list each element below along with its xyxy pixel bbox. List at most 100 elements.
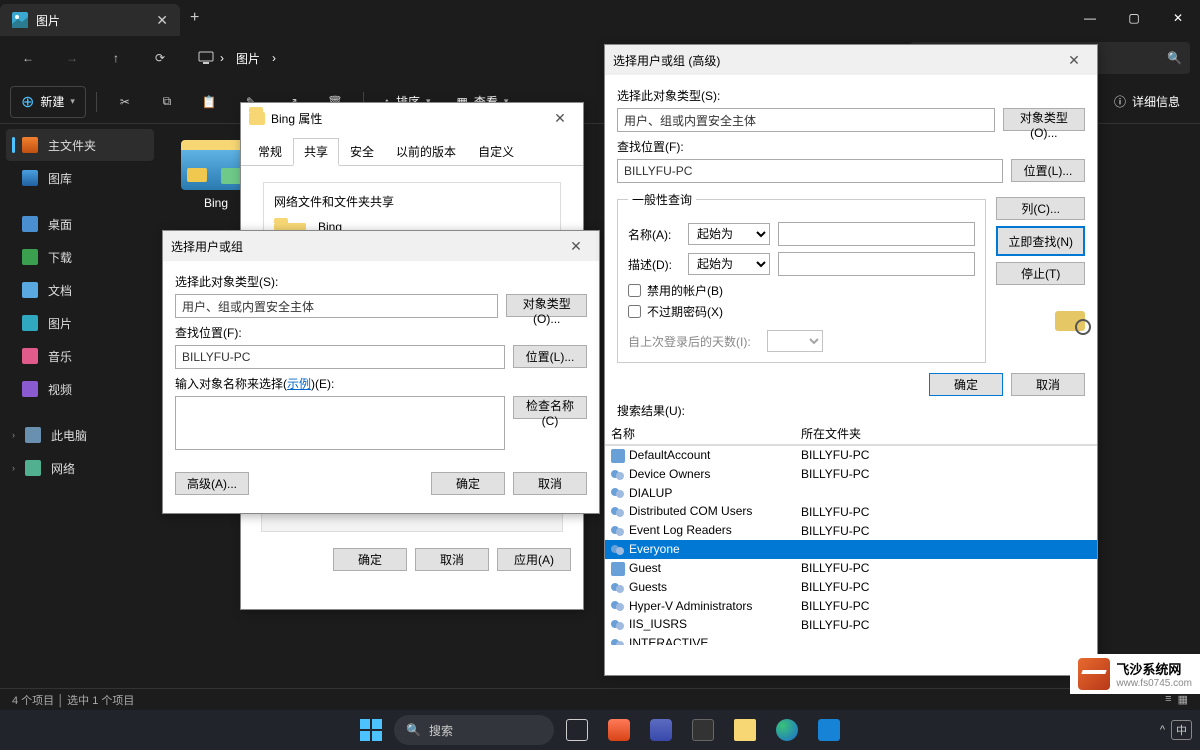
- props-apply-button[interactable]: 应用(A): [497, 548, 571, 571]
- tab-share[interactable]: 共享: [293, 138, 339, 166]
- sidebar-item-pictures[interactable]: 图片: [6, 307, 154, 339]
- object-names-textarea[interactable]: [175, 396, 505, 450]
- sidebar-item-desktop[interactable]: 桌面: [6, 208, 154, 240]
- adv-title-bar[interactable]: 选择用户或组 (高级) ✕: [605, 45, 1097, 75]
- tab-close-button[interactable]: ✕: [156, 12, 168, 29]
- tab-custom[interactable]: 自定义: [467, 138, 525, 166]
- check-names-button[interactable]: 检查名称(C): [513, 396, 587, 419]
- window-max-button[interactable]: ▢: [1112, 0, 1156, 36]
- table-row[interactable]: DIALUP: [605, 484, 1097, 503]
- select-users-title-bar[interactable]: 选择用户或组 ✕: [163, 231, 599, 261]
- paste-button[interactable]: 📋: [191, 86, 227, 118]
- network-icon: [25, 460, 41, 476]
- tab-add-button[interactable]: +: [190, 9, 199, 27]
- adv-object-types-button[interactable]: 对象类型(O)...: [1003, 108, 1085, 131]
- non-expiring-password-checkbox[interactable]: 不过期密码(X): [628, 303, 975, 320]
- sidebar-item-downloads[interactable]: 下载: [6, 241, 154, 273]
- sidebar-item-thispc[interactable]: ›此电脑: [6, 419, 154, 451]
- task-view-button[interactable]: [558, 711, 596, 749]
- results-col-folder[interactable]: 所在文件夹: [795, 423, 1097, 445]
- cut-button[interactable]: ✂: [107, 86, 143, 118]
- name-value-input[interactable]: [778, 222, 975, 246]
- desc-condition-combo[interactable]: 起始为: [688, 253, 770, 275]
- table-row[interactable]: GuestBILLYFU-PC: [605, 559, 1097, 578]
- table-row[interactable]: Event Log ReadersBILLYFU-PC: [605, 521, 1097, 540]
- details-button[interactable]: ⓘ详细信息: [1104, 86, 1190, 118]
- tray-chevron-icon[interactable]: ^: [1160, 724, 1165, 736]
- start-button[interactable]: [352, 711, 390, 749]
- adv-close-button[interactable]: ✕: [1059, 52, 1089, 69]
- system-tray[interactable]: ^ 中: [1160, 720, 1192, 740]
- taskbar-app-2[interactable]: [642, 711, 680, 749]
- taskbar-edge[interactable]: [768, 711, 806, 749]
- adv-ok-button[interactable]: 确定: [929, 373, 1003, 396]
- sidebar-item-documents[interactable]: 文档: [6, 274, 154, 306]
- address-bar[interactable]: › 图片 ›: [186, 44, 294, 73]
- properties-close-button[interactable]: ✕: [545, 110, 575, 127]
- table-row[interactable]: Everyone: [605, 540, 1097, 559]
- columns-button[interactable]: 列(C)...: [996, 197, 1085, 220]
- window-close-button[interactable]: ✕: [1156, 0, 1200, 36]
- nav-refresh-button[interactable]: ⟳: [142, 40, 178, 76]
- window-min-button[interactable]: —: [1068, 0, 1112, 36]
- tab-previous[interactable]: 以前的版本: [385, 138, 467, 166]
- view-details-icon[interactable]: ≡: [1165, 693, 1171, 706]
- find-now-button[interactable]: 立即查找(N): [996, 226, 1085, 256]
- taskbar-store[interactable]: [810, 711, 848, 749]
- days-since-logon-combo: [767, 330, 823, 352]
- tab-pictures[interactable]: 图片 ✕: [0, 4, 180, 36]
- sidebar: 主文件夹 图库 桌面 下载 文档 图片 音乐 视频 ›此电脑 ›网络: [0, 124, 160, 688]
- breadcrumb-pictures[interactable]: 图片: [236, 50, 260, 67]
- desc-value-input[interactable]: [778, 252, 975, 276]
- table-row[interactable]: IIS_IUSRSBILLYFU-PC: [605, 615, 1097, 634]
- sidebar-item-network[interactable]: ›网络: [6, 452, 154, 484]
- watermark: 飞沙系统网 www.fs0745.com: [1070, 654, 1200, 694]
- locations-button[interactable]: 位置(L)...: [513, 345, 587, 368]
- table-row[interactable]: Hyper-V AdministratorsBILLYFU-PC: [605, 597, 1097, 616]
- results-list[interactable]: DefaultAccountBILLYFU-PCDevice OwnersBIL…: [605, 445, 1097, 645]
- view-large-icon[interactable]: ▦: [1178, 693, 1188, 706]
- select-users-cancel-button[interactable]: 取消: [513, 472, 587, 495]
- table-row[interactable]: Device OwnersBILLYFU-PC: [605, 465, 1097, 484]
- object-types-button[interactable]: 对象类型(O)...: [506, 294, 587, 317]
- adv-cancel-button[interactable]: 取消: [1011, 373, 1085, 396]
- taskbar-app-3[interactable]: [684, 711, 722, 749]
- tab-general[interactable]: 常规: [247, 138, 293, 166]
- pc-icon: [25, 427, 41, 443]
- tab-security[interactable]: 安全: [339, 138, 385, 166]
- table-row[interactable]: GuestsBILLYFU-PC: [605, 578, 1097, 597]
- group-icon: [611, 543, 625, 557]
- taskbar-explorer[interactable]: [726, 711, 764, 749]
- select-users-close-button[interactable]: ✕: [561, 238, 591, 255]
- name-condition-combo[interactable]: 起始为: [688, 223, 770, 245]
- user-icon: [611, 562, 625, 576]
- nav-forward-button[interactable]: →: [54, 40, 90, 76]
- stop-button[interactable]: 停止(T): [996, 262, 1085, 285]
- props-ok-button[interactable]: 确定: [333, 548, 407, 571]
- copy-button[interactable]: ⧉: [149, 86, 185, 118]
- props-cancel-button[interactable]: 取消: [415, 548, 489, 571]
- advanced-button[interactable]: 高级(A)...: [175, 472, 249, 495]
- sidebar-item-videos[interactable]: 视频: [6, 373, 154, 405]
- nav-back-button[interactable]: ←: [10, 40, 46, 76]
- table-row[interactable]: DefaultAccountBILLYFU-PC: [605, 446, 1097, 465]
- select-users-ok-button[interactable]: 确定: [431, 472, 505, 495]
- results-col-name[interactable]: 名称: [605, 423, 795, 445]
- table-row[interactable]: Distributed COM UsersBILLYFU-PC: [605, 502, 1097, 521]
- table-row[interactable]: INTERACTIVE: [605, 634, 1097, 645]
- sidebar-item-home[interactable]: 主文件夹: [6, 129, 154, 161]
- ime-indicator[interactable]: 中: [1171, 720, 1192, 740]
- adv-locations-button[interactable]: 位置(L)...: [1011, 159, 1085, 182]
- group-icon: [611, 637, 625, 645]
- taskbar-search[interactable]: 🔍 搜索: [394, 715, 554, 745]
- nav-up-button[interactable]: ↑: [98, 40, 134, 76]
- properties-title-bar[interactable]: Bing 属性 ✕: [241, 103, 583, 133]
- chevron-down-icon: ▾: [70, 96, 75, 107]
- watermark-line1: 飞沙系统网: [1116, 659, 1192, 678]
- taskbar-app-1[interactable]: [600, 711, 638, 749]
- examples-link[interactable]: 示例: [287, 377, 311, 391]
- new-button[interactable]: ⊕ 新建 ▾: [10, 86, 86, 118]
- sidebar-item-music[interactable]: 音乐: [6, 340, 154, 372]
- disabled-accounts-checkbox[interactable]: 禁用的帐户(B): [628, 282, 975, 299]
- sidebar-item-gallery[interactable]: 图库: [6, 162, 154, 194]
